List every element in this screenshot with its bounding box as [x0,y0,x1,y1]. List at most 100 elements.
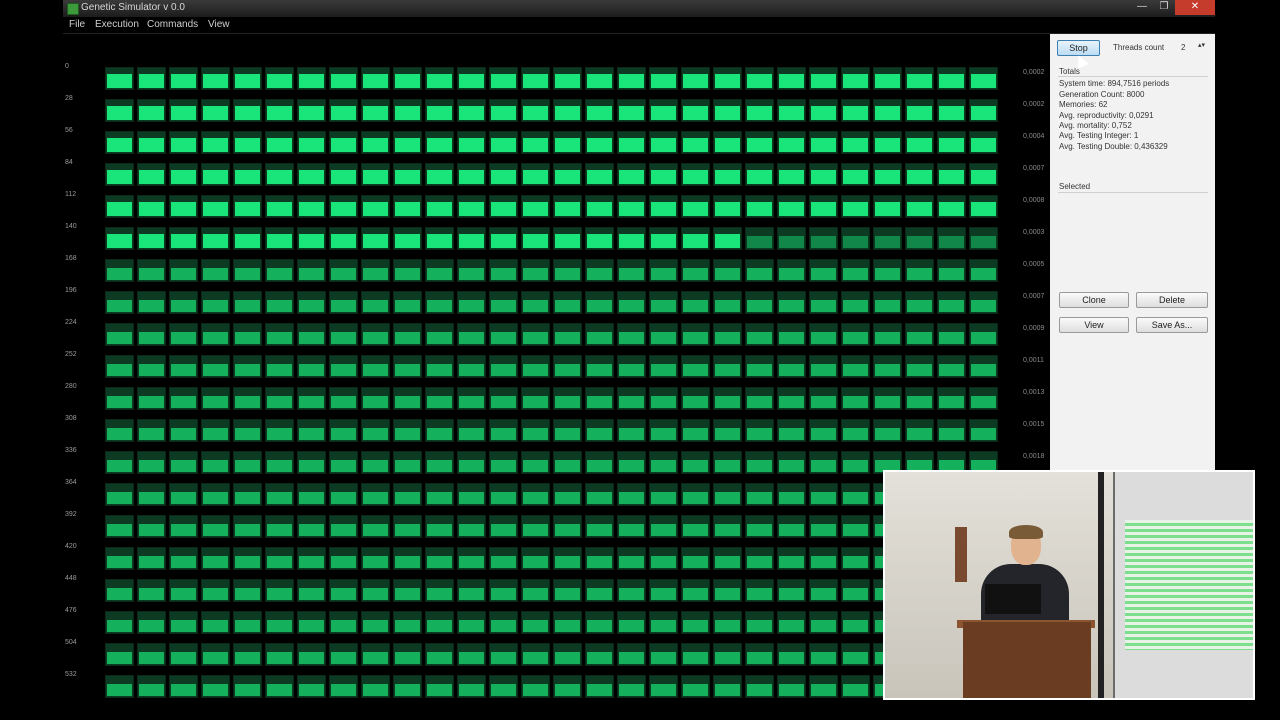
organism-cell[interactable] [521,451,550,474]
organism-cell[interactable] [713,483,742,506]
organism-cell[interactable] [905,99,934,122]
organism-cell[interactable] [809,579,838,602]
organism-cell[interactable] [297,131,326,154]
organism-cell[interactable] [521,419,550,442]
menu-view[interactable]: View [208,19,230,30]
organism-cell[interactable] [329,675,358,698]
organism-cell[interactable] [393,547,422,570]
organism-cell[interactable] [649,99,678,122]
organism-cell[interactable] [905,387,934,410]
organism-cell[interactable] [521,547,550,570]
organism-cell[interactable] [393,451,422,474]
organism-cell[interactable] [521,611,550,634]
organism-cell[interactable] [745,259,774,282]
organism-cell[interactable] [393,163,422,186]
organism-cell[interactable] [201,419,230,442]
organism-cell[interactable] [329,515,358,538]
organism-cell[interactable] [393,195,422,218]
organism-cell[interactable] [681,387,710,410]
organism-cell[interactable] [777,611,806,634]
organism-cell[interactable] [361,611,390,634]
organism-cell[interactable] [841,515,870,538]
organism-cell[interactable] [585,99,614,122]
organism-cell[interactable] [105,99,134,122]
organism-cell[interactable] [585,547,614,570]
organism-cell[interactable] [489,131,518,154]
organism-cell[interactable] [841,675,870,698]
organism-cell[interactable] [521,227,550,250]
organism-cell[interactable] [681,547,710,570]
organism-cell[interactable] [681,643,710,666]
organism-cell[interactable] [969,67,998,90]
organism-cell[interactable] [201,355,230,378]
organism-cell[interactable] [137,291,166,314]
organism-cell[interactable] [425,515,454,538]
organism-cell[interactable] [553,227,582,250]
stop-button[interactable]: Stop [1057,40,1100,56]
menu-file[interactable]: File [69,19,85,30]
threads-count-value[interactable]: 2 [1181,43,1185,52]
organism-cell[interactable] [361,547,390,570]
organism-cell[interactable] [297,611,326,634]
organism-cell[interactable] [617,451,646,474]
organism-cell[interactable] [457,547,486,570]
organism-cell[interactable] [361,451,390,474]
organism-cell[interactable] [809,451,838,474]
organism-cell[interactable] [233,547,262,570]
organism-cell[interactable] [553,387,582,410]
organism-cell[interactable] [489,547,518,570]
organism-cell[interactable] [265,451,294,474]
organism-cell[interactable] [393,675,422,698]
organism-cell[interactable] [137,515,166,538]
organism-cell[interactable] [329,483,358,506]
organism-cell[interactable] [713,67,742,90]
organism-cell[interactable] [233,67,262,90]
organism-cell[interactable] [265,67,294,90]
organism-cell[interactable] [105,227,134,250]
organism-cell[interactable] [489,579,518,602]
organism-cell[interactable] [233,579,262,602]
organism-cell[interactable] [585,387,614,410]
organism-cell[interactable] [169,259,198,282]
organism-cell[interactable] [585,131,614,154]
organism-cell[interactable] [425,259,454,282]
organism-cell[interactable] [489,99,518,122]
organism-cell[interactable] [553,451,582,474]
organism-cell[interactable] [617,355,646,378]
organism-cell[interactable] [201,259,230,282]
organism-cell[interactable] [841,387,870,410]
organism-cell[interactable] [137,675,166,698]
organism-cell[interactable] [489,259,518,282]
delete-button[interactable]: Delete [1136,292,1208,308]
organism-cell[interactable] [201,515,230,538]
organism-cell[interactable] [841,99,870,122]
organism-cell[interactable] [297,419,326,442]
organism-cell[interactable] [297,387,326,410]
organism-cell[interactable] [265,515,294,538]
organism-cell[interactable] [233,195,262,218]
organism-cell[interactable] [681,611,710,634]
organism-cell[interactable] [713,259,742,282]
threads-spinner-icon[interactable]: ▴▾ [1198,41,1205,49]
organism-cell[interactable] [937,99,966,122]
organism-cell[interactable] [329,323,358,346]
organism-cell[interactable] [297,355,326,378]
organism-cell[interactable] [969,323,998,346]
organism-cell[interactable] [329,227,358,250]
organism-cell[interactable] [745,515,774,538]
organism-cell[interactable] [105,675,134,698]
organism-cell[interactable] [233,291,262,314]
organism-cell[interactable] [297,163,326,186]
organism-cell[interactable] [745,323,774,346]
organism-cell[interactable] [937,67,966,90]
organism-cell[interactable] [457,291,486,314]
organism-cell[interactable] [681,451,710,474]
organism-cell[interactable] [585,323,614,346]
organism-cell[interactable] [457,99,486,122]
organism-cell[interactable] [745,163,774,186]
organism-cell[interactable] [713,195,742,218]
organism-cell[interactable] [649,419,678,442]
organism-cell[interactable] [457,643,486,666]
organism-cell[interactable] [425,291,454,314]
organism-cell[interactable] [617,483,646,506]
